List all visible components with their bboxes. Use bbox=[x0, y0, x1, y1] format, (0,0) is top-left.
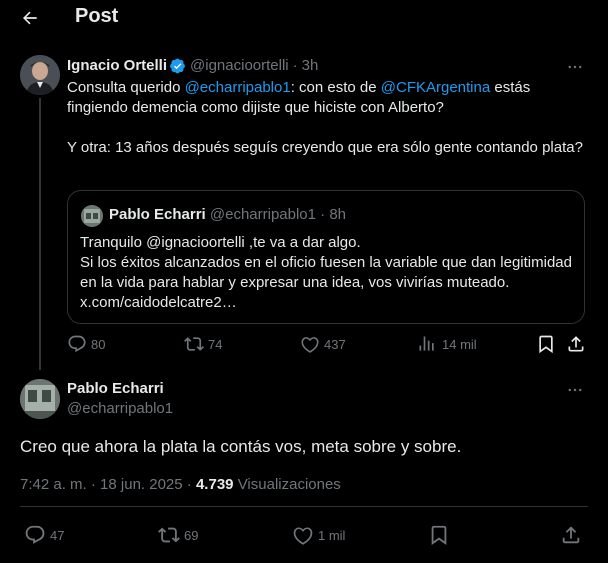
avatar-pablo-echarri[interactable] bbox=[20, 379, 60, 419]
tweet-time[interactable]: 3h bbox=[302, 57, 319, 74]
page-title: Post bbox=[75, 5, 119, 27]
text-paragraph: Y otra: 13 años después seguís creyendo … bbox=[67, 139, 583, 156]
separator-dot: · bbox=[320, 206, 326, 223]
main-tweet-text: Creo que ahora la plata la contás vos, m… bbox=[20, 437, 462, 456]
views-icon bbox=[419, 336, 434, 351]
tweet-time[interactable]: 7:42 a. m. bbox=[20, 476, 87, 493]
share-button[interactable] bbox=[566, 334, 590, 354]
avatar-ignacio-ortelli[interactable] bbox=[20, 55, 60, 95]
bookmark-button[interactable] bbox=[536, 334, 560, 354]
like-button[interactable]: 1 mil bbox=[292, 524, 345, 546]
reply-button[interactable]: 80 bbox=[67, 334, 105, 354]
author-name[interactable]: Ignacio Ortelli bbox=[67, 57, 167, 74]
quoted-header: Pablo Echarri @echarripablo1 · 8h bbox=[109, 206, 346, 223]
views-button[interactable]: 14 mil bbox=[418, 334, 477, 354]
bookmark-icon bbox=[431, 525, 447, 545]
main-tweet-actions: 47 69 1 mil bbox=[0, 524, 608, 548]
quoted-text: Tranquilo @ignacioortelli ,te va a dar a… bbox=[80, 233, 576, 313]
thread-line bbox=[39, 98, 41, 370]
repost-icon bbox=[184, 337, 204, 351]
separator-dot: · bbox=[292, 57, 298, 74]
reply-icon bbox=[68, 335, 86, 353]
mention-link[interactable]: @echarripablo1 bbox=[185, 79, 291, 96]
views-count: 4.739 bbox=[195, 476, 234, 493]
text-segment: : con esto de bbox=[290, 79, 381, 96]
repost-count: 69 bbox=[184, 527, 199, 543]
repost-count: 74 bbox=[208, 336, 223, 352]
quoted-author-handle: @echarripablo1 bbox=[209, 206, 316, 223]
views-label: Visualizaciones bbox=[237, 476, 341, 493]
bookmark-button[interactable] bbox=[428, 524, 454, 546]
author-name[interactable]: Pablo Echarri bbox=[67, 380, 164, 397]
mention-link[interactable]: @CFKArgentina bbox=[381, 79, 490, 96]
views-count: 14 mil bbox=[442, 336, 477, 352]
quoted-avatar bbox=[81, 205, 103, 227]
quoted-tweet-card[interactable]: Pablo Echarri @echarripablo1 · 8h Tranqu… bbox=[67, 190, 585, 324]
like-icon bbox=[293, 527, 313, 545]
quoted-author-name: Pablo Echarri bbox=[109, 206, 206, 223]
tweet-date[interactable]: 18 jun. 2025 bbox=[100, 476, 183, 493]
reply-icon bbox=[25, 525, 45, 544]
reply-count: 47 bbox=[50, 527, 65, 543]
more-icon[interactable] bbox=[566, 381, 584, 399]
tweet-metadata: 7:42 a. m. · 18 jun. 2025 · 4.739 Visual… bbox=[20, 476, 341, 493]
author-handle[interactable]: @ignacioortelli bbox=[190, 57, 289, 74]
reply-button[interactable]: 47 bbox=[24, 524, 64, 546]
like-count: 1 mil bbox=[318, 527, 346, 543]
repost-icon bbox=[158, 527, 180, 543]
like-count: 437 bbox=[324, 336, 346, 352]
back-arrow-icon[interactable] bbox=[20, 8, 40, 28]
parent-tweet-actions: 80 74 437 14 mil bbox=[0, 334, 608, 358]
text-segment: Consulta querido bbox=[67, 79, 185, 96]
reply-count: 80 bbox=[91, 336, 106, 352]
share-icon bbox=[562, 526, 580, 544]
like-button[interactable]: 437 bbox=[300, 334, 346, 354]
author-handle[interactable]: @echarripablo1 bbox=[67, 400, 173, 417]
quoted-time: 8h bbox=[329, 206, 347, 223]
parent-tweet-header: Ignacio Ortelli @ignacioortelli · 3h bbox=[67, 57, 318, 74]
parent-tweet-text: Consulta querido @echarripablo1: con est… bbox=[67, 78, 587, 158]
quoted-line: Si los éxitos alcanzados en el oficio fu… bbox=[80, 254, 572, 311]
separator-dot: · bbox=[186, 476, 192, 493]
quoted-line: Tranquilo @ignacioortelli ,te va a dar a… bbox=[80, 234, 361, 251]
separator-dot: · bbox=[90, 476, 96, 493]
verified-badge-icon bbox=[170, 58, 186, 74]
share-button[interactable] bbox=[560, 524, 586, 546]
more-icon[interactable] bbox=[566, 58, 584, 76]
repost-button[interactable]: 69 bbox=[158, 524, 198, 546]
share-icon bbox=[568, 336, 584, 352]
divider bbox=[20, 506, 588, 507]
top-bar: Post bbox=[0, 0, 608, 40]
repost-button[interactable]: 74 bbox=[184, 334, 222, 354]
bookmark-icon bbox=[539, 335, 553, 354]
like-icon bbox=[301, 337, 319, 353]
